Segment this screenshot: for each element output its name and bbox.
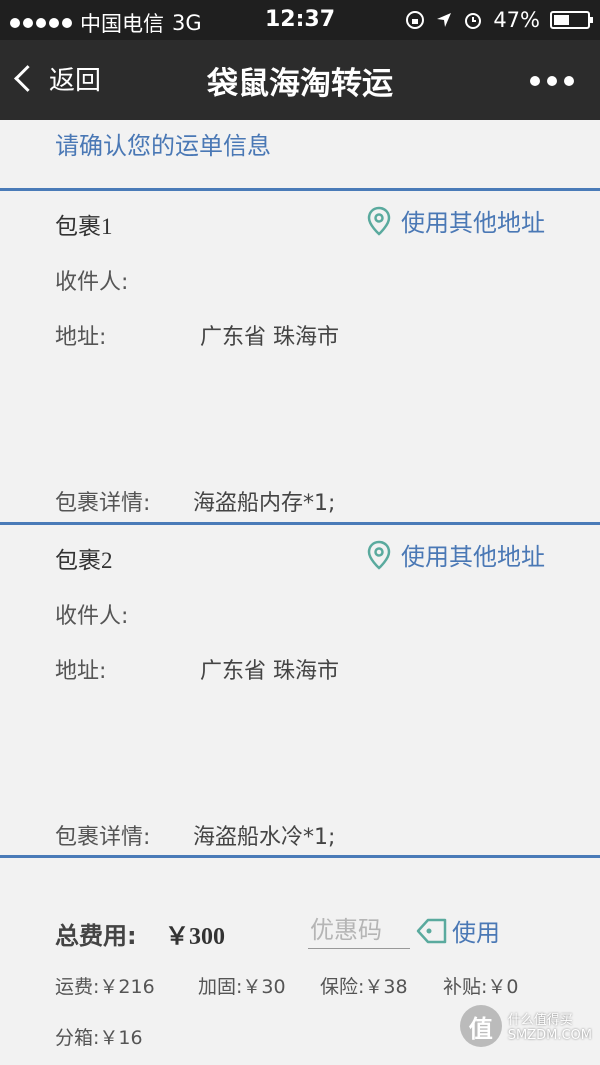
address-label: 地址: (55, 325, 107, 350)
location-pin-icon (367, 206, 391, 236)
fee-reinforce: 加固:￥30 (198, 976, 286, 998)
package-card: 包裹1 使用其他地址 收件人: 地址: 广东省 珠海市 包裹详情: 海盗船内存*… (0, 191, 600, 522)
address-label: 地址: (55, 659, 107, 684)
recipient-label: 收件人: (55, 270, 129, 295)
use-other-address-label: 使用其他地址 (401, 543, 545, 571)
details-label: 包裹详情: (55, 491, 151, 516)
fee-insurance: 保险:￥38 (320, 976, 408, 998)
location-pin-icon (367, 540, 391, 570)
details-value: 海盗船水冷*1; (193, 825, 336, 850)
fee-freight: 运费:￥216 (55, 976, 155, 998)
location-icon (437, 13, 452, 27)
package-title: 包裹2 (55, 548, 113, 573)
watermark-line2: SMZDM.COM (507, 1028, 592, 1043)
status-bar: 中国电信 3G 12:37 47% (0, 0, 600, 40)
smzdm-logo-icon: 值 (459, 1005, 502, 1047)
use-other-address-label: 使用其他地址 (401, 209, 545, 237)
total-value: ￥300 (165, 924, 225, 950)
divider (0, 855, 600, 858)
battery-percent: 47% (493, 8, 540, 32)
address-value: 广东省 珠海市 (200, 325, 339, 350)
more-dot-icon (530, 76, 540, 86)
tag-icon (416, 918, 447, 943)
fee-subsidy: 补贴:￥0 (443, 976, 519, 998)
use-other-address-button[interactable]: 使用其他地址 (367, 537, 545, 572)
use-coupon-label: 使用 (452, 919, 500, 947)
battery-icon (550, 11, 593, 29)
use-coupon-button[interactable]: 使用 (416, 913, 500, 948)
recipient-label: 收件人: (55, 604, 129, 629)
watermark: 值 什么值得买 SMZDM.COM (459, 1005, 592, 1047)
watermark-line1: 什么值得买 (507, 1013, 573, 1028)
fee-split-box: 分箱:￥16 (55, 1027, 143, 1049)
alarm-icon (465, 13, 482, 29)
more-options-button[interactable] (530, 76, 574, 86)
details-label: 包裹详情: (55, 825, 151, 850)
coupon-input[interactable] (308, 916, 410, 949)
use-other-address-button[interactable]: 使用其他地址 (367, 203, 545, 238)
address-value: 广东省 珠海市 (200, 659, 339, 684)
nav-bar: 返回 袋鼠海淘转运 (0, 40, 600, 120)
package-title: 包裹1 (55, 214, 113, 239)
confirm-heading: 请确认您的运单信息 (55, 132, 271, 160)
package-card: 包裹2 使用其他地址 收件人: 地址: 广东省 珠海市 包裹详情: 海盗船水冷*… (0, 525, 600, 855)
page-title: 袋鼠海淘转运 (207, 66, 393, 102)
status-right: 47% (405, 8, 593, 32)
total-label: 总费用: (55, 922, 137, 950)
details-value: 海盗船内存*1; (193, 491, 336, 516)
rotation-lock-icon (406, 11, 425, 29)
